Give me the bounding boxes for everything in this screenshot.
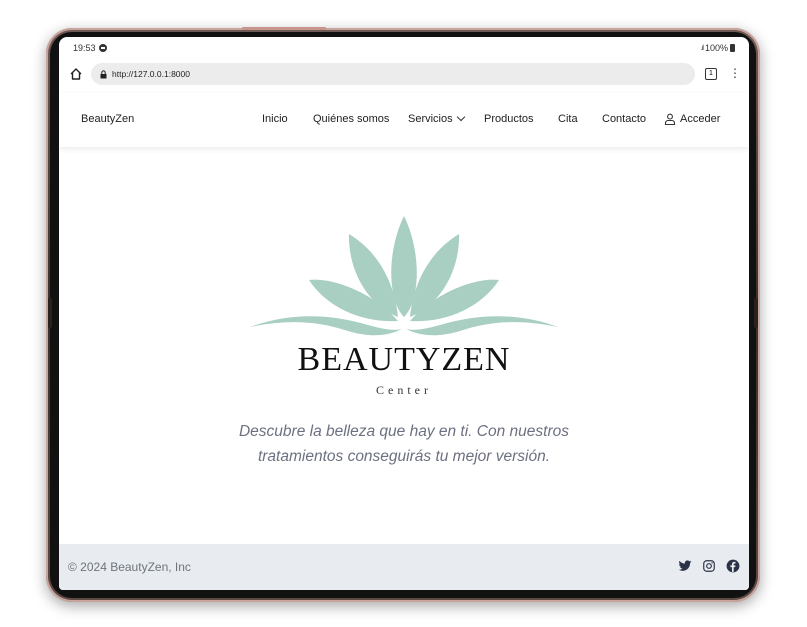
home-icon[interactable] — [69, 67, 83, 81]
logo-wordmark: BEAUTYZEN — [297, 341, 511, 378]
site-footer: © 2024 BeautyZen, Inc — [59, 544, 749, 590]
device-side-button-left — [48, 298, 52, 328]
twitter-icon[interactable] — [678, 559, 692, 573]
nav-link-cita[interactable]: Cita — [558, 113, 578, 125]
hero-tagline: Descubre la belleza que hay en ti. Con n… — [238, 423, 569, 465]
url-text: http://127.0.0.1:8000 — [112, 69, 190, 79]
user-icon — [664, 113, 676, 126]
browser-menu-icon[interactable]: ⋮ — [729, 67, 741, 79]
lotus-logo — [250, 216, 558, 336]
nav-dropdown-servicios-label: Servicios — [408, 113, 453, 125]
facebook-icon[interactable] — [726, 559, 740, 573]
status-time: 19:53 — [73, 43, 96, 53]
nav-link-contacto[interactable]: Contacto — [602, 113, 646, 125]
browser-toolbar: http://127.0.0.1:8000 1 ⋮ — [59, 63, 749, 87]
tab-switcher-icon[interactable]: 1 — [705, 68, 717, 80]
address-bar[interactable]: http://127.0.0.1:8000 — [91, 63, 695, 85]
footer-copyright: © 2024 BeautyZen, Inc — [68, 560, 191, 574]
nav-link-productos[interactable]: Productos — [484, 113, 534, 125]
battery-percentage: 100% — [704, 43, 728, 53]
logo-subtitle: Center — [376, 383, 432, 397]
nav-link-acceder[interactable]: Acceder — [664, 113, 721, 126]
nav-link-inicio[interactable]: Inicio — [262, 113, 288, 125]
signal-icon: .ıl — [700, 44, 705, 52]
site-navbar: BeautyZen Inicio Quiénes somos Servicios… — [59, 93, 749, 147]
nav-link-quienes-somos[interactable]: Quiénes somos — [313, 113, 389, 125]
brand-link[interactable]: BeautyZen — [81, 113, 134, 125]
device-top-accent — [242, 27, 326, 30]
lock-icon — [100, 69, 107, 78]
nav-dropdown-servicios[interactable]: Servicios — [408, 112, 465, 125]
nav-link-acceder-label: Acceder — [680, 113, 721, 125]
instagram-icon[interactable] — [702, 559, 716, 573]
device-screen: 19:53 .ıl 100% http://127.0.0.1:8000 1 ⋮… — [59, 37, 749, 590]
device-side-button-right — [754, 298, 758, 328]
battery-icon — [730, 44, 735, 52]
notification-icon — [98, 44, 107, 52]
chevron-down-icon — [456, 112, 465, 122]
status-bar: 19:53 .ıl 100% — [59, 37, 749, 59]
